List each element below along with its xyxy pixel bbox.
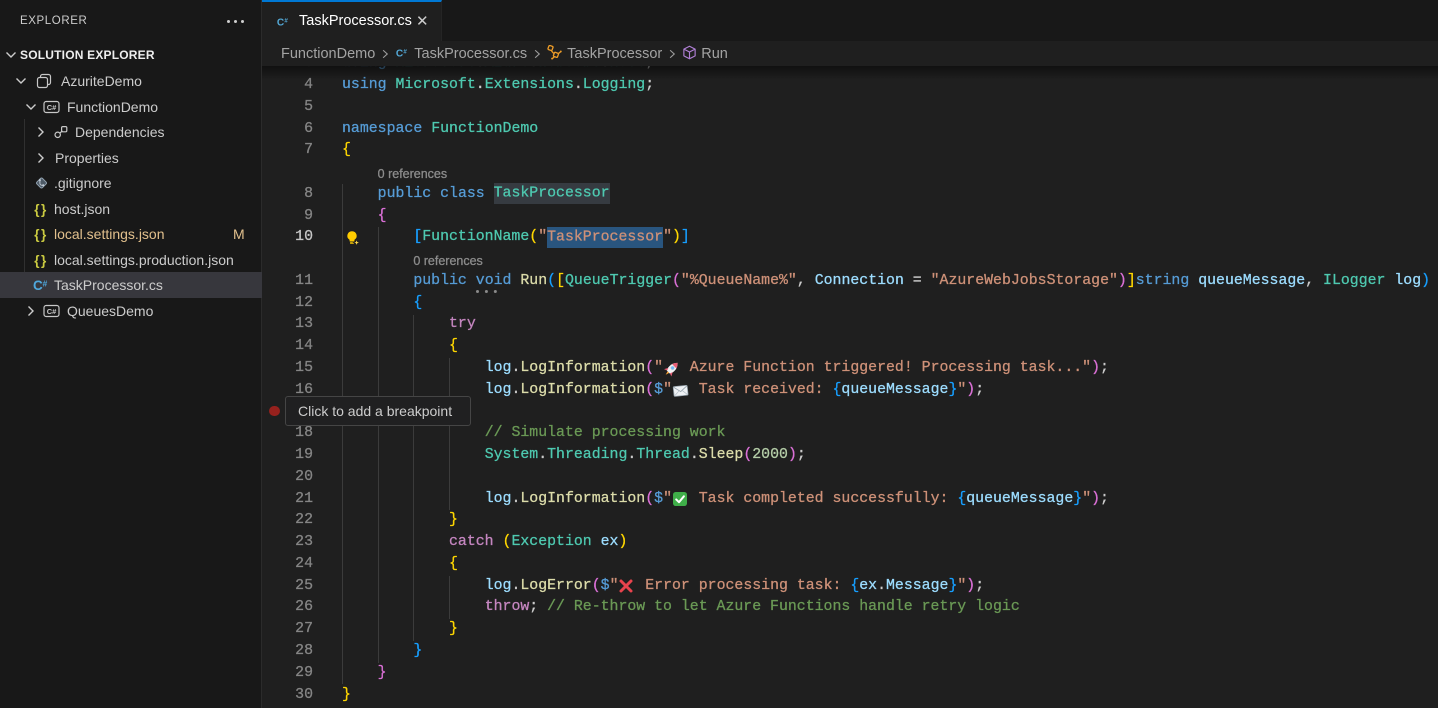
svg-text:#: # [284, 17, 288, 24]
svg-text:C: C [33, 278, 43, 293]
svg-text:C#: C# [47, 103, 57, 112]
svg-text:{}: {} [34, 252, 48, 267]
svg-text:{}: {} [34, 227, 48, 242]
svg-text:C#: C# [47, 307, 57, 316]
svg-text:{}: {} [34, 201, 48, 216]
svg-text:#: # [43, 278, 48, 288]
svg-text:#: # [404, 48, 408, 55]
